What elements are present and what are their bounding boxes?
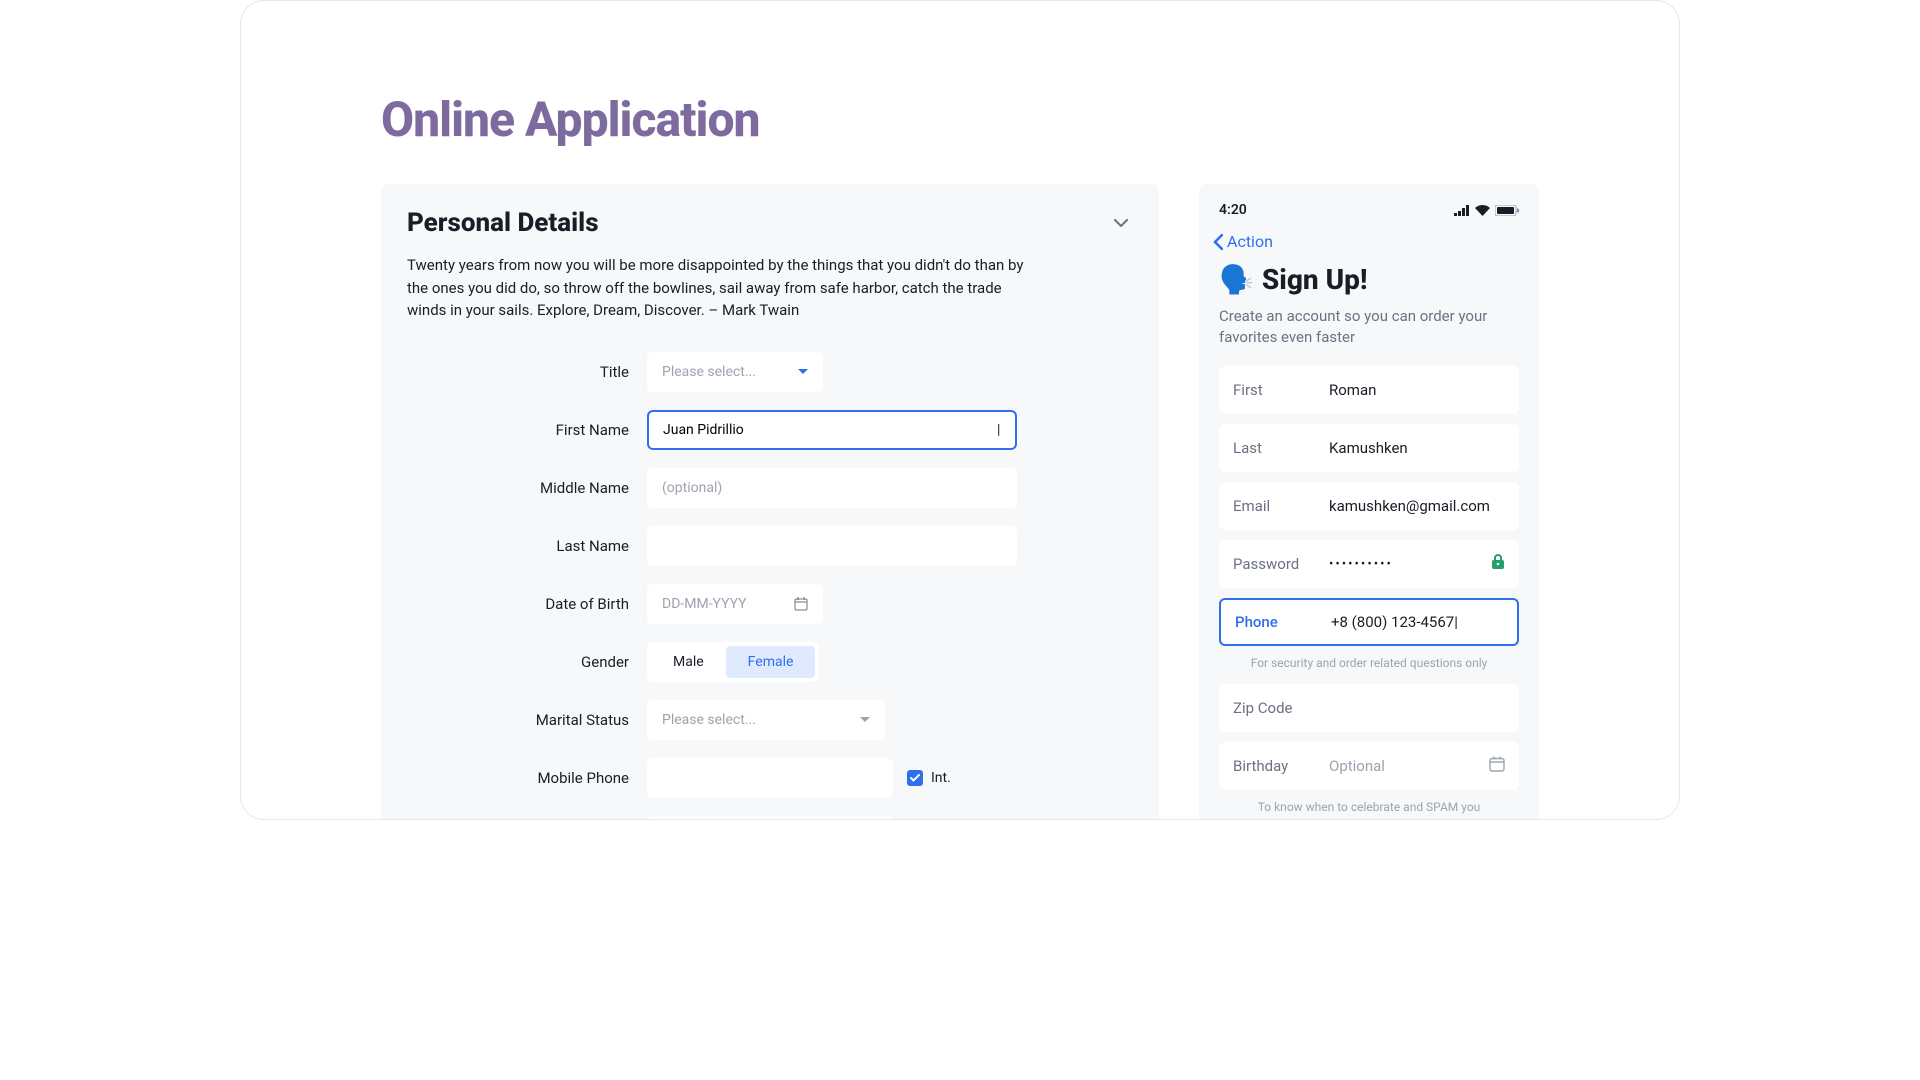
lock-icon: [1491, 554, 1505, 574]
row-middle-name: Middle Name (optional): [407, 468, 1133, 508]
row-gender: Gender Male Female: [407, 642, 1133, 682]
speaking-head-icon: 🗣️: [1219, 263, 1254, 296]
caret-down-icon: [860, 717, 870, 722]
chevron-down-icon: [1114, 219, 1128, 227]
first-field[interactable]: First Roman: [1219, 366, 1519, 414]
row-title: Title Please select...: [407, 352, 1133, 392]
signup-description: Create an account so you can order your …: [1199, 306, 1539, 366]
middle-name-placeholder: (optional): [662, 480, 722, 496]
password-label: Password: [1233, 555, 1309, 573]
homework-input[interactable]: (optional, with area code): [647, 816, 893, 821]
label-middle-name: Middle Name: [407, 479, 647, 497]
check-icon: [910, 774, 920, 782]
birthday-helper-text: To know when to celebrate and SPAM you: [1199, 800, 1539, 820]
row-dob: Date of Birth DD-MM-YYYY: [407, 584, 1133, 624]
phone-helper-text: For security and order related questions…: [1199, 656, 1539, 684]
collapse-toggle[interactable]: [1109, 211, 1133, 235]
last-field[interactable]: Last Kamushken: [1219, 424, 1519, 472]
row-mobile: Mobile Phone Int.: [407, 758, 1133, 798]
battery-icon: [1495, 205, 1519, 216]
row-first-name: First Name |: [407, 410, 1133, 450]
first-label: First: [1233, 381, 1309, 399]
mobile-input[interactable]: [647, 758, 893, 798]
dob-placeholder: DD-MM-YYYY: [662, 596, 747, 612]
middle-name-input[interactable]: (optional): [647, 468, 1017, 508]
last-value: Kamushken: [1329, 439, 1505, 457]
marital-placeholder: Please select...: [662, 712, 756, 728]
title-placeholder: Please select...: [662, 364, 756, 380]
email-field[interactable]: Email kamushken@gmail.com: [1219, 482, 1519, 530]
status-bar: 4:20: [1199, 196, 1539, 228]
page-title: Online Application: [381, 91, 1679, 148]
status-time: 4:20: [1219, 202, 1247, 218]
email-value: kamushken@gmail.com: [1329, 497, 1505, 515]
personal-details-panel: Personal Details Twenty years from now y…: [381, 184, 1159, 820]
first-value: Roman: [1329, 381, 1505, 399]
last-label: Last: [1233, 439, 1309, 457]
birthday-label: Birthday: [1233, 757, 1309, 775]
wifi-icon: [1475, 205, 1490, 216]
signal-icon: [1454, 205, 1470, 216]
row-last-name: Last Name: [407, 526, 1133, 566]
text-cursor: |: [1454, 613, 1458, 631]
email-label: Email: [1233, 497, 1309, 515]
title-select[interactable]: Please select...: [647, 352, 823, 392]
app-canvas: Online Application Personal Details Twen…: [240, 0, 1680, 820]
password-value: ••••••••••: [1329, 557, 1471, 572]
section-header: Personal Details: [407, 208, 1133, 238]
nav-back-label: Action: [1227, 232, 1273, 251]
first-name-text[interactable]: [663, 422, 1001, 438]
label-first-name: First Name: [407, 421, 647, 439]
first-name-input[interactable]: |: [647, 410, 1017, 450]
zip-field[interactable]: Zip Code: [1219, 684, 1519, 732]
gender-female-button[interactable]: Female: [726, 646, 816, 678]
birthday-placeholder: Optional: [1329, 757, 1469, 775]
label-last-name: Last Name: [407, 537, 647, 555]
section-quote: Twenty years from now you will be more d…: [407, 254, 1027, 322]
chevron-left-icon: [1213, 234, 1223, 250]
mobile-int-checkbox[interactable]: [907, 770, 923, 786]
text-cursor: |: [997, 422, 1000, 438]
caret-down-icon: [798, 369, 808, 374]
dob-input[interactable]: DD-MM-YYYY: [647, 584, 823, 624]
marital-select[interactable]: Please select...: [647, 700, 885, 740]
label-dob: Date of Birth: [407, 595, 647, 613]
mobile-int-label: Int.: [931, 770, 951, 786]
label-mobile: Mobile Phone: [407, 769, 647, 787]
status-icons: [1454, 205, 1519, 216]
gender-male-button[interactable]: Male: [651, 646, 726, 678]
mobile-int-wrap[interactable]: Int.: [907, 770, 951, 786]
calendar-icon: [794, 597, 808, 611]
signup-title-text: Sign Up!: [1262, 263, 1368, 296]
signup-title: 🗣️ Sign Up!: [1199, 263, 1539, 306]
phone-field[interactable]: Phone +8 (800) 123-4567|: [1219, 598, 1519, 646]
gender-toggle: Male Female: [647, 642, 819, 682]
row-marital: Marital Status Please select...: [407, 700, 1133, 740]
section-title: Personal Details: [407, 208, 599, 238]
nav-back-button[interactable]: Action: [1199, 228, 1539, 263]
calendar-icon: [1489, 756, 1505, 776]
phone-value: +8 (800) 123-4567|: [1331, 613, 1503, 631]
label-gender: Gender: [407, 653, 647, 671]
columns: Personal Details Twenty years from now y…: [241, 184, 1679, 820]
birthday-field[interactable]: Birthday Optional: [1219, 742, 1519, 790]
label-title: Title: [407, 363, 647, 381]
password-field[interactable]: Password ••••••••••: [1219, 540, 1519, 588]
last-name-input[interactable]: [647, 526, 1017, 566]
mobile-preview-panel: 4:20 Action 🗣️ Sign Up! Create an accoun…: [1199, 184, 1539, 820]
label-marital: Marital Status: [407, 711, 647, 729]
zip-label: Zip Code: [1233, 699, 1293, 717]
row-homework: Home/Work Phone (optional, with area cod…: [407, 816, 1133, 821]
phone-label: Phone: [1235, 613, 1311, 631]
